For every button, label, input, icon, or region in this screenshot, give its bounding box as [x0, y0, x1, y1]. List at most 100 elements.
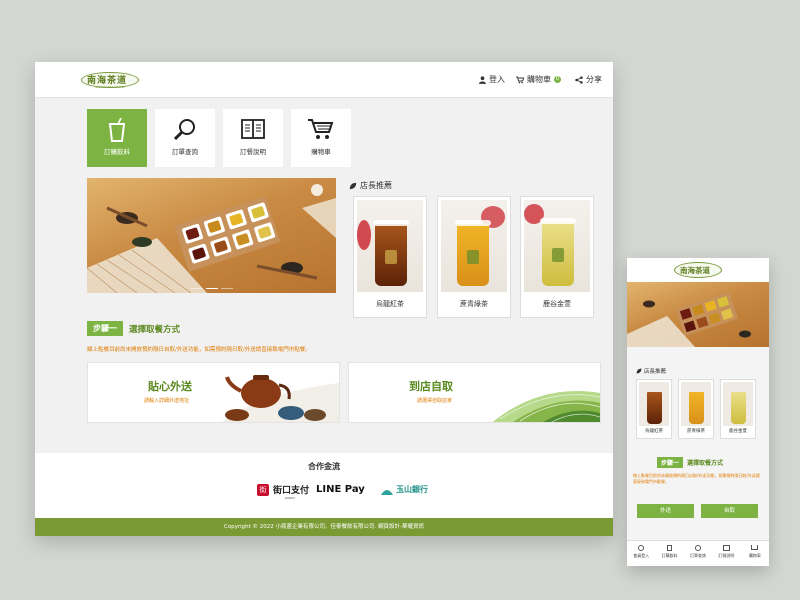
search-icon	[695, 545, 702, 551]
mobile-tab-bar: 會員登入 訂購飲料 訂單查詢 訂餐說明 購物車	[627, 540, 769, 566]
share-label: 分享	[586, 75, 602, 84]
tile-label: 購物車	[311, 148, 331, 156]
esun-icon	[381, 489, 393, 495]
site-footer: Copyright © 2022 小瓶蓋企業有限公司、佳泰餐飲有限公司. 網頁設…	[35, 518, 613, 536]
user-icon	[638, 545, 645, 551]
tile-order-query[interactable]: 訂單查詢	[155, 109, 215, 167]
linepay-logo: LINE Pay	[316, 484, 365, 495]
tile-label: 訂購飲料	[104, 148, 130, 156]
product-name: 烏龍紅茶	[376, 300, 404, 308]
option-title: 到店自取	[409, 380, 453, 393]
tab-member-login[interactable]: 會員登入	[627, 541, 655, 566]
tile-label: 訂餐說明	[240, 148, 266, 156]
step-badge: 步驟一	[87, 321, 123, 336]
esun-bank-logo: 玉山銀行	[381, 484, 428, 495]
book-icon	[722, 545, 730, 551]
jkopay-subtext: JKOPAY	[285, 496, 296, 500]
login-link[interactable]: 登入	[479, 74, 505, 85]
book-icon	[241, 119, 265, 139]
partners-title: 合作金流	[308, 462, 340, 471]
tab-label: 會員登入	[633, 553, 650, 558]
mobile-recommend-heading: 店長推薦	[636, 367, 666, 375]
cart-icon	[308, 119, 334, 139]
tab-order-query[interactable]: 訂單查詢	[684, 541, 712, 566]
product-name: 鹿谷金萱	[729, 429, 747, 434]
login-label: 登入	[489, 75, 505, 84]
mobile-logo[interactable]: 南海茶道	[674, 262, 722, 278]
option-subtitle: 請選擇自取店家	[417, 398, 453, 404]
mobile-header: 南海茶道	[627, 258, 769, 282]
mobile-product-card[interactable]: 烏龍紅茶	[636, 379, 672, 439]
step-note: 線上點餐目前尚未開放預約隔日自取/外送功能，如需預約隔日取/外送請直接致電門市點…	[87, 347, 311, 353]
step-heading: 步驟一 選擇取餐方式	[87, 321, 180, 336]
product-image	[681, 382, 711, 426]
cart-count-badge: 0	[554, 76, 561, 83]
tea-tasting-illustration	[87, 184, 336, 293]
mobile-recommend-title: 店長推薦	[644, 369, 667, 375]
tab-label: 訂餐說明	[718, 553, 735, 558]
product-name: 烏龍紅茶	[645, 429, 663, 434]
leaf-icon	[349, 182, 357, 189]
step-title: 選擇取餐方式	[687, 460, 724, 467]
option-subtitle: 請輸入詳細外送地址	[144, 398, 190, 404]
option-title: 貼心外送	[148, 380, 192, 393]
share-link[interactable]: 分享	[575, 74, 602, 85]
cart-link[interactable]: 購物車 0	[516, 74, 561, 85]
mobile-product-card[interactable]: 蔗青綠茶	[678, 379, 714, 439]
jkopay-text: 街口支付	[273, 486, 310, 496]
tab-label: 訂購飲料	[661, 553, 678, 558]
step-title: 選擇取餐方式	[129, 324, 181, 335]
mobile-step-note: 線上點餐目前尚未開放預約隔日自取/外送功能，如需預約隔日取/外送請直接致電門市點…	[633, 473, 760, 484]
cart-label: 購物車	[527, 75, 551, 84]
search-icon	[174, 119, 195, 140]
cart-icon	[516, 76, 524, 83]
tab-cart[interactable]: 購物車	[741, 541, 769, 566]
esun-text: 玉山銀行	[396, 485, 428, 494]
cup-icon	[108, 118, 126, 142]
recommend-heading: 店長推薦	[349, 180, 392, 191]
tile-cart[interactable]: 購物車	[291, 109, 351, 167]
product-card[interactable]: 鹿谷金萱	[520, 196, 594, 318]
tile-order-guide[interactable]: 訂餐說明	[223, 109, 283, 167]
site-header: 南海茶道 NANHAI TEA HOUSE 登入 購物車 0 分享	[35, 62, 613, 98]
tab-label: 購物車	[748, 553, 761, 558]
delivery-option[interactable]: 貼心外送 請輸入詳細外送地址	[87, 362, 340, 423]
pickup-button[interactable]: 自取	[701, 504, 758, 518]
leaf-icon	[636, 368, 642, 374]
step-badge: 步驟一	[657, 457, 684, 468]
tab-order-drinks[interactable]: 訂購飲料	[655, 541, 683, 566]
share-icon	[575, 75, 583, 84]
desktop-mockup: 南海茶道 NANHAI TEA HOUSE 登入 購物車 0 分享 訂購飲料 訂…	[35, 62, 613, 536]
teapot-illustration	[221, 375, 339, 422]
tea-tasting-illustration	[627, 292, 751, 347]
pickup-option[interactable]: 到店自取 請選擇自取店家	[348, 362, 601, 423]
product-card[interactable]: 烏龍紅茶	[353, 196, 427, 318]
hero-banner-image[interactable]	[87, 178, 336, 293]
tea-field-illustration	[492, 391, 600, 422]
product-image	[524, 200, 590, 292]
tile-order-drinks[interactable]: 訂購飲料	[87, 109, 147, 167]
logo-subtitle: NANHAI TEA HOUSE	[95, 85, 126, 89]
brand-logo[interactable]: 南海茶道 NANHAI TEA HOUSE	[81, 70, 139, 90]
carousel-dots[interactable]	[87, 287, 336, 289]
delivery-button[interactable]: 外送	[637, 504, 694, 518]
mobile-step-heading: 步驟一 選擇取餐方式	[657, 457, 723, 468]
mobile-hero-banner[interactable]	[627, 282, 769, 347]
product-name: 蔗青綠茶	[687, 429, 705, 434]
cup-icon	[667, 545, 673, 551]
mobile-mockup: 南海茶道 店長推薦 烏龍紅茶 蔗青綠茶 鹿谷金萱 步驟一 選擇取餐方式 線上點餐…	[627, 258, 769, 566]
mobile-product-card[interactable]: 鹿谷金萱	[720, 379, 756, 439]
linepay-text: LINE Pay	[316, 484, 365, 495]
product-name: 蔗青綠茶	[460, 300, 488, 308]
tab-order-guide[interactable]: 訂餐說明	[712, 541, 740, 566]
product-name: 鹿谷金萱	[543, 300, 571, 308]
cart-icon	[751, 545, 759, 550]
product-image	[441, 200, 507, 292]
tab-label: 訂單查詢	[690, 553, 707, 558]
jkopay-logo: 街 街口支付 JKOPAY	[257, 483, 310, 500]
product-card[interactable]: 蔗青綠茶	[437, 196, 511, 318]
payment-partners: 合作金流 街 街口支付 JKOPAY LINE Pay 玉山銀行	[35, 453, 613, 518]
product-image	[639, 382, 669, 426]
recommend-title: 店長推薦	[360, 181, 392, 190]
user-icon	[479, 75, 486, 84]
